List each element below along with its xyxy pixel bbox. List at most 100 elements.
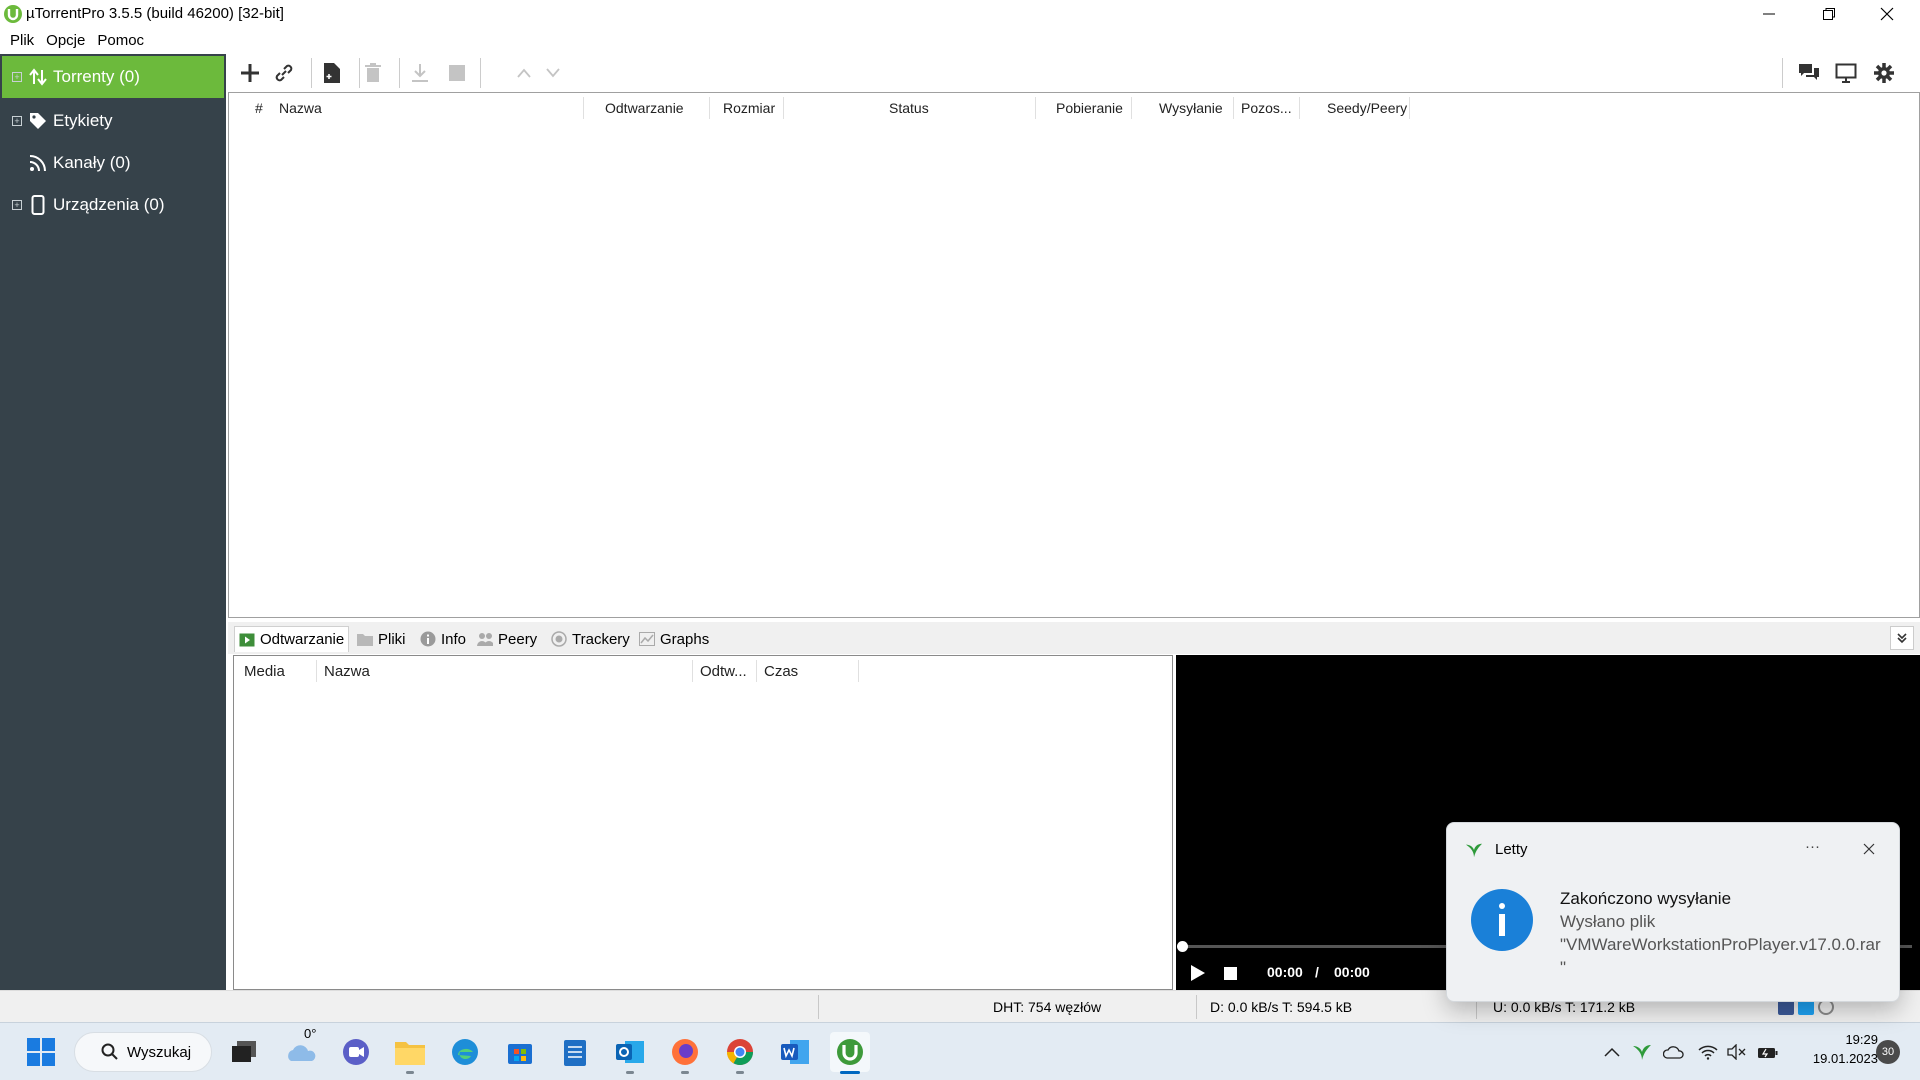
sidebar-item-feeds[interactable]: Kanały (0) xyxy=(2,142,224,184)
column-header-name[interactable]: Nazwa xyxy=(324,656,370,686)
task-view-button[interactable] xyxy=(224,1032,264,1072)
tab-graphs[interactable]: Graphs xyxy=(635,626,713,652)
seek-handle[interactable] xyxy=(1177,941,1188,952)
restore-button[interactable] xyxy=(1800,0,1858,28)
column-header-remaining[interactable]: Pozos... xyxy=(1241,93,1292,123)
add-torrent-icon xyxy=(241,64,259,82)
tab-playback[interactable]: Odtwarzanie xyxy=(234,626,350,652)
edge-button[interactable] xyxy=(445,1032,485,1072)
remote-button[interactable] xyxy=(1831,58,1861,88)
settings-gear-icon xyxy=(1874,63,1894,83)
column-header-number[interactable]: # xyxy=(255,93,263,123)
column-header-media[interactable]: Media xyxy=(244,656,285,686)
column-header-played[interactable]: Odtw... xyxy=(700,656,747,686)
weather-widget[interactable]: 0° xyxy=(282,1026,322,1072)
weather-temp: 0° xyxy=(304,1026,317,1041)
clock[interactable]: 19:29 19.01.2023 xyxy=(1788,1030,1878,1074)
column-header-name[interactable]: Nazwa xyxy=(279,93,322,123)
menu-help[interactable]: Pomoc xyxy=(91,28,150,54)
file-explorer-button[interactable] xyxy=(390,1032,430,1074)
expand-toggle[interactable]: + xyxy=(12,72,22,82)
tab-files[interactable]: Pliki xyxy=(353,626,410,652)
column-header-size[interactable]: Rozmiar xyxy=(723,93,775,123)
phone-icon xyxy=(28,195,48,215)
graph-icon xyxy=(639,632,655,646)
current-time: 00:00 xyxy=(1267,964,1303,980)
outlook-button[interactable] xyxy=(610,1032,650,1074)
folder-icon xyxy=(357,632,373,646)
chat-button[interactable] xyxy=(1794,58,1824,88)
column-header-upload[interactable]: Wysyłanie xyxy=(1159,93,1223,123)
toast-close-button[interactable] xyxy=(1857,837,1881,861)
wifi-icon xyxy=(1698,1045,1718,1060)
menu-file[interactable]: Plik xyxy=(4,28,40,54)
playlist-panel[interactable]: Media Nazwa Odtw... Czas xyxy=(233,655,1173,990)
add-url-button[interactable] xyxy=(269,58,299,88)
utorrent-logo-icon xyxy=(4,5,22,23)
start-button[interactable] xyxy=(21,1032,61,1072)
create-torrent-button[interactable] xyxy=(317,58,347,88)
peers-icon xyxy=(477,632,493,646)
delete-button[interactable] xyxy=(358,58,388,88)
move-down-button[interactable] xyxy=(538,58,568,88)
minimize-button[interactable] xyxy=(1740,0,1798,28)
collapse-panel-button[interactable] xyxy=(1890,626,1914,650)
teams-chat-icon xyxy=(343,1039,369,1065)
expand-toggle[interactable]: + xyxy=(12,116,22,126)
onedrive-tray-button[interactable] xyxy=(1657,1032,1691,1072)
sidebar-item-torrents[interactable]: + Torrenty (0) xyxy=(2,56,224,98)
create-torrent-icon xyxy=(324,63,340,83)
add-torrent-button[interactable] xyxy=(235,58,265,88)
sidebar-item-devices[interactable]: + Urządzenia (0) xyxy=(2,184,224,226)
teams-chat-button[interactable] xyxy=(336,1032,376,1072)
utorrent-taskbar-button[interactable] xyxy=(830,1032,870,1074)
word-button[interactable] xyxy=(775,1032,815,1072)
total-time: 00:00 xyxy=(1334,964,1370,980)
column-header-playback[interactable]: Odtwarzanie xyxy=(605,93,684,123)
column-header-time[interactable]: Czas xyxy=(764,656,798,686)
expand-toggle[interactable]: + xyxy=(12,200,22,210)
tab-peers[interactable]: Peery xyxy=(473,626,541,652)
volume-tray-button[interactable] xyxy=(1720,1032,1754,1072)
close-button[interactable] xyxy=(1858,0,1916,28)
clock-time: 19:29 xyxy=(1845,1032,1878,1047)
sidebar-item-label: Torrenty (0) xyxy=(53,67,140,86)
chrome-button[interactable] xyxy=(720,1032,760,1074)
settings-button[interactable] xyxy=(1869,58,1899,88)
column-header-download[interactable]: Pobieranie xyxy=(1056,93,1123,123)
toast-notification[interactable]: Letty ··· Zakończono wysyłanie Wysłano p… xyxy=(1446,822,1900,1002)
clock-date: 19.01.2023 xyxy=(1812,1051,1878,1066)
column-header-seeds-peers[interactable]: Seedy/Peery xyxy=(1327,93,1407,123)
download-button[interactable] xyxy=(405,58,435,88)
show-hidden-icons-button[interactable] xyxy=(1595,1032,1629,1072)
battery-tray-button[interactable] xyxy=(1751,1032,1785,1072)
sidebar-item-label: Kanały (0) xyxy=(53,153,131,172)
utorrent-icon xyxy=(837,1039,863,1065)
detail-tabs: Odtwarzanie Pliki Info Peery Trackery Gr… xyxy=(228,622,1920,654)
firefox-button[interactable] xyxy=(665,1032,705,1074)
move-up-button[interactable] xyxy=(509,58,539,88)
toast-app-name: Letty xyxy=(1495,841,1528,858)
letty-tray-button[interactable] xyxy=(1625,1032,1659,1072)
notepad-button[interactable] xyxy=(555,1032,595,1072)
taskbar-search[interactable]: Wyszukaj xyxy=(74,1032,212,1072)
notification-count-badge[interactable]: 30 xyxy=(1876,1040,1900,1064)
stop-playback-button[interactable] xyxy=(1224,967,1237,980)
sidebar-item-labels[interactable]: + Etykiety xyxy=(2,100,224,142)
play-button[interactable] xyxy=(1190,964,1206,982)
menu-options[interactable]: Opcje xyxy=(40,28,91,54)
toast-more-button[interactable]: ··· xyxy=(1805,838,1820,855)
toast-title: Zakończono wysyłanie xyxy=(1560,889,1732,908)
time-separator: / xyxy=(1315,964,1319,980)
tag-icon xyxy=(28,111,48,131)
torrent-list[interactable]: # Nazwa Odtwarzanie Rozmiar Status Pobie… xyxy=(228,92,1920,618)
tab-info[interactable]: Info xyxy=(416,626,470,652)
tab-label: Peery xyxy=(498,630,538,648)
tab-trackers[interactable]: Trackery xyxy=(547,626,634,652)
chevron-up-icon xyxy=(1604,1047,1620,1057)
column-header-status[interactable]: Status xyxy=(889,93,929,123)
store-button[interactable] xyxy=(500,1032,540,1072)
dht-status: DHT: 754 węzłów xyxy=(993,999,1102,1015)
stop-button[interactable] xyxy=(442,58,472,88)
tab-label: Trackery xyxy=(572,630,630,648)
